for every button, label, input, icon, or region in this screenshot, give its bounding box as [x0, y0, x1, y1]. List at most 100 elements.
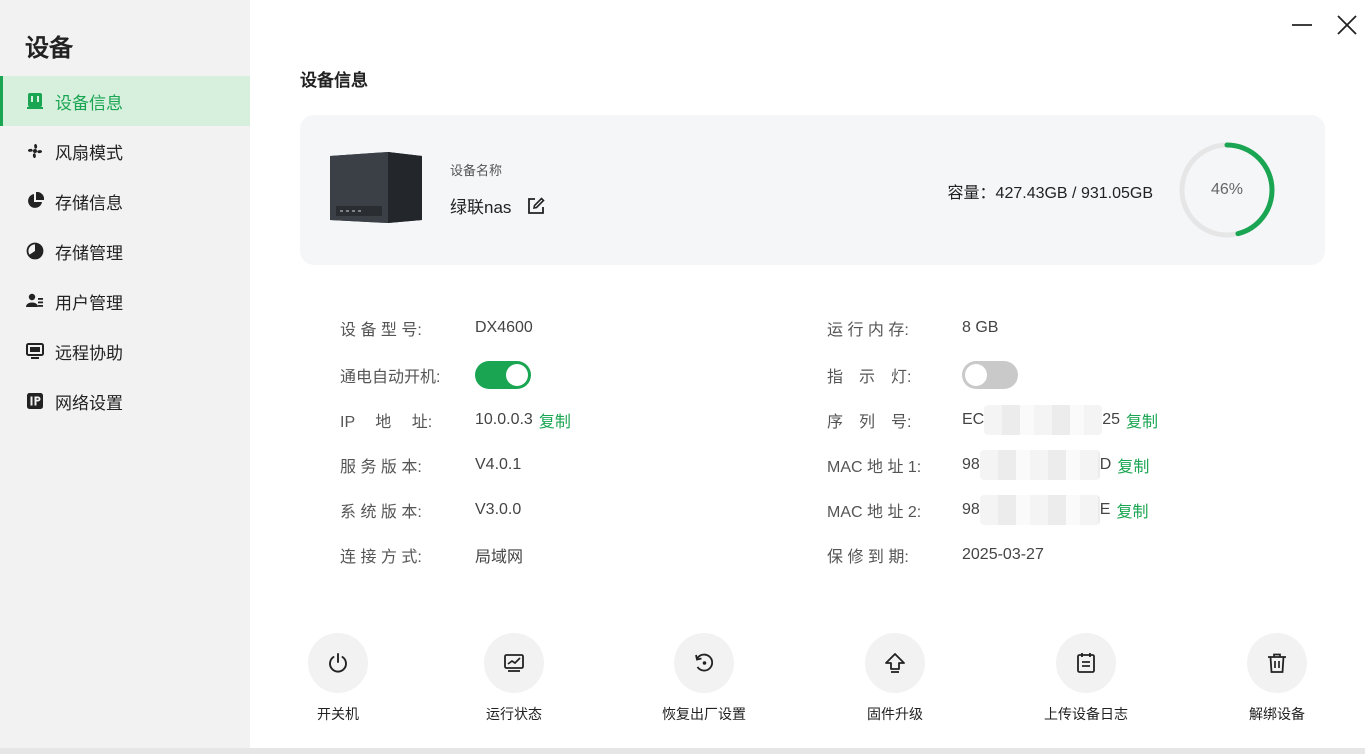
sidebar-item-label: 存储管理	[55, 243, 123, 263]
system-version-value: V3.0.0	[475, 501, 522, 518]
run-status-button-label: 运行状态	[486, 706, 542, 722]
sidebar-item-storage-manage[interactable]: 存储管理	[0, 226, 250, 276]
upload-log-button-circle	[1056, 633, 1116, 693]
page-title: 设备信息	[300, 71, 368, 90]
sidebar-nav: 设备信息 风扇模式 存储信息 存储管理 用户管理 远程协助 网络设置	[0, 76, 250, 426]
indicator-label: 指 示 灯:	[827, 369, 912, 386]
trash-icon	[1268, 653, 1286, 673]
close-icon	[1337, 15, 1357, 35]
unbind-device-button-circle	[1247, 633, 1307, 693]
sidebar-item-label: 存储信息	[55, 193, 123, 213]
system-version-row: 系 统 版 本: V3.0.0	[340, 497, 521, 523]
close-button[interactable]	[1334, 12, 1360, 38]
unbind-device-button-label: 解绑设备	[1249, 706, 1305, 722]
upgrade-icon	[885, 653, 905, 673]
sidebar-item-label: 用户管理	[55, 293, 123, 313]
autopower-toggle[interactable]	[475, 361, 531, 389]
firmware-upgrade-button[interactable]: 固件升级	[825, 633, 965, 724]
mac2-row: MAC 地 址 2: 98 E 复制	[827, 495, 1148, 525]
factory-reset-button-label: 恢复出厂设置	[662, 706, 746, 722]
mac1-copy-button[interactable]: 复制	[1117, 453, 1149, 477]
storage-manage-icon	[25, 241, 45, 261]
run-status-button-circle	[484, 633, 544, 693]
sidebar-item-label: 风扇模式	[55, 143, 123, 163]
power-icon	[329, 653, 347, 673]
mac1-value-prefix: 98	[962, 456, 980, 473]
minimize-icon	[1292, 24, 1312, 26]
sidebar-item-fan-mode[interactable]: 风扇模式	[0, 126, 250, 176]
ip-icon	[25, 391, 45, 411]
sidebar-item-label: 网络设置	[55, 393, 123, 413]
monitor-chart-icon	[504, 654, 524, 672]
usage-ring: 46%	[1177, 140, 1277, 240]
indicator-toggle[interactable]	[962, 361, 1018, 389]
firmware-upgrade-button-circle	[865, 633, 925, 693]
model-value: DX4600	[475, 319, 533, 336]
warranty-label: 保 修 到 期:	[827, 549, 909, 566]
remote-assist-icon	[25, 341, 45, 361]
service-version-value: V4.0.1	[475, 456, 522, 473]
serial-value-suffix: 25	[1102, 411, 1121, 428]
device-name: 绿联nas	[450, 198, 512, 217]
sidebar-title: 设备	[25, 35, 73, 62]
memory-row: 运 行 内 存: 8 GB	[827, 315, 998, 341]
factory-reset-button-circle	[674, 633, 734, 693]
mac2-value-prefix: 98	[962, 501, 980, 518]
unbind-device-button[interactable]: 解绑设备	[1207, 633, 1347, 724]
mac1-row: MAC 地 址 1: 98 D 复制	[827, 450, 1149, 480]
system-version-label: 系 统 版 本:	[340, 504, 422, 521]
redacted-mac2	[979, 495, 1100, 525]
indicator-row: 指 示 灯:	[827, 361, 1018, 389]
user-manage-icon	[25, 291, 45, 311]
upload-log-button[interactable]: 上传设备日志	[1016, 633, 1156, 724]
serial-label: 序 列 号:	[827, 414, 912, 431]
power-button-label: 开关机	[317, 706, 359, 722]
firmware-upgrade-button-label: 固件升级	[867, 706, 923, 722]
mac2-value-suffix: E	[1099, 501, 1111, 518]
edit-icon[interactable]	[527, 196, 546, 215]
sidebar-item-network[interactable]: 网络设置	[0, 376, 250, 426]
upload-log-button-label: 上传设备日志	[1044, 706, 1128, 722]
ip-copy-button[interactable]: 复制	[539, 408, 571, 432]
redacted-serial	[984, 405, 1103, 435]
serial-value-prefix: EC	[962, 411, 985, 428]
sidebar-item-user-manage[interactable]: 用户管理	[0, 276, 250, 326]
warranty-value: 2025-03-27	[962, 546, 1044, 563]
log-icon	[1077, 653, 1095, 673]
restore-icon	[695, 653, 714, 672]
warranty-row: 保 修 到 期: 2025-03-27	[827, 542, 1044, 568]
sidebar-item-label: 设备信息	[55, 93, 123, 113]
mac1-value-suffix: D	[1099, 456, 1112, 473]
model-row: 设 备 型 号: DX4600	[340, 315, 533, 341]
ip-row: IP 地 址: 10.0.0.3 复制	[340, 407, 571, 433]
autopower-row: 通电自动开机:	[340, 361, 531, 389]
service-version-label: 服 务 版 本:	[340, 459, 422, 476]
sidebar-item-remote-assist[interactable]: 远程协助	[0, 326, 250, 376]
ip-value: 10.0.0.3	[475, 411, 533, 428]
mac1-label: MAC 地 址 1:	[827, 459, 922, 476]
power-button[interactable]: 开关机	[268, 633, 408, 724]
window-bottom-border	[0, 748, 1365, 754]
toggle-knob	[965, 364, 987, 386]
device-card: 设备名称 绿联nas 容量：427.43GB / 931.05GB 46%	[300, 115, 1325, 265]
connection-value: 局域网	[475, 549, 524, 566]
device-name-row: 绿联nas	[450, 193, 546, 218]
sidebar-item-storage-info[interactable]: 存储信息	[0, 176, 250, 226]
serial-copy-button[interactable]: 复制	[1126, 408, 1158, 432]
sidebar-item-label: 远程协助	[55, 343, 123, 363]
minimize-button[interactable]	[1289, 12, 1315, 38]
model-label: 设 备 型 号:	[340, 322, 422, 339]
mac2-copy-button[interactable]: 复制	[1116, 498, 1148, 522]
memory-value: 8 GB	[962, 319, 999, 336]
connection-row: 连 接 方 式: 局域网	[340, 542, 523, 568]
fan-icon	[25, 141, 45, 161]
ip-label: IP 地 址:	[340, 414, 433, 431]
run-status-button[interactable]: 运行状态	[444, 633, 584, 724]
service-version-row: 服 务 版 本: V4.0.1	[340, 452, 521, 478]
capacity-text: 容量：427.43GB / 931.05GB	[947, 185, 1153, 202]
device-info-icon	[25, 91, 45, 111]
autopower-label: 通电自动开机:	[340, 369, 441, 386]
factory-reset-button[interactable]: 恢复出厂设置	[634, 633, 774, 724]
device-name-label: 设备名称	[450, 163, 503, 178]
sidebar-item-device-info[interactable]: 设备信息	[0, 76, 250, 126]
